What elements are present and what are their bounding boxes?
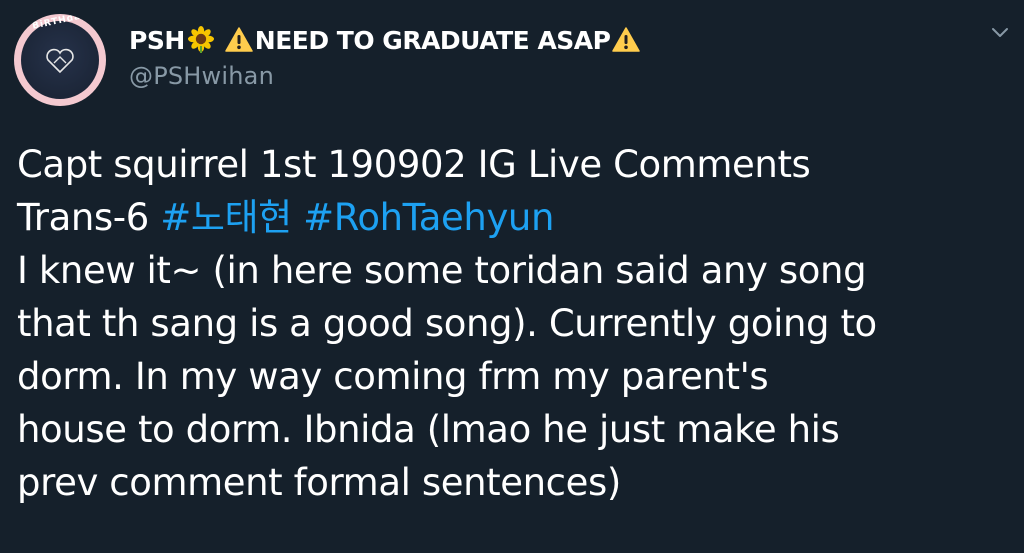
display-name[interactable]: PSH NEED TO GRADUATE ASAP [129,22,642,58]
sunflower-icon [187,26,214,53]
tweet-line: dorm. In my way coming frm my parent's [17,355,769,398]
avatar[interactable]: BiRTHday [14,14,106,106]
display-name-part: NEED TO GRADUATE ASAP [254,25,611,55]
tweet-line: Capt squirrel 1st 190902 IG Live Comment… [17,143,811,186]
tweet-line: I knew it~ (in here some toridan said an… [17,249,867,292]
hashtag-link[interactable]: #노태현 [160,196,292,239]
display-name-part: PSH [129,25,185,55]
tweet-header: PSH NEED TO GRADUATE ASAP @PSHwihan [129,22,642,90]
chevron-down-icon[interactable] [990,26,1010,40]
warning-icon [225,27,253,52]
hashtag-link[interactable]: #RohTaehyun [303,196,554,239]
tweet-card: BiRTHday PSH NEED TO GRADUATE ASAP @PSHw… [0,0,1024,553]
tweet-line: Trans-6 #노태현 #RohTaehyun [17,191,1017,244]
user-handle[interactable]: @PSHwihan [129,62,642,90]
tweet-line: that th sang is a good song). Currently … [17,302,877,345]
heart-logo-icon [46,48,74,74]
tweet-line: house to dorm. Ibnida (lmao he just make… [17,408,840,451]
warning-icon [612,27,641,52]
tweet-text-segment: Trans-6 [17,196,161,239]
tweet-line: prev comment formal sentences) [17,461,621,504]
tweet-text: Capt squirrel 1st 190902 IG Live Comment… [17,138,1017,509]
